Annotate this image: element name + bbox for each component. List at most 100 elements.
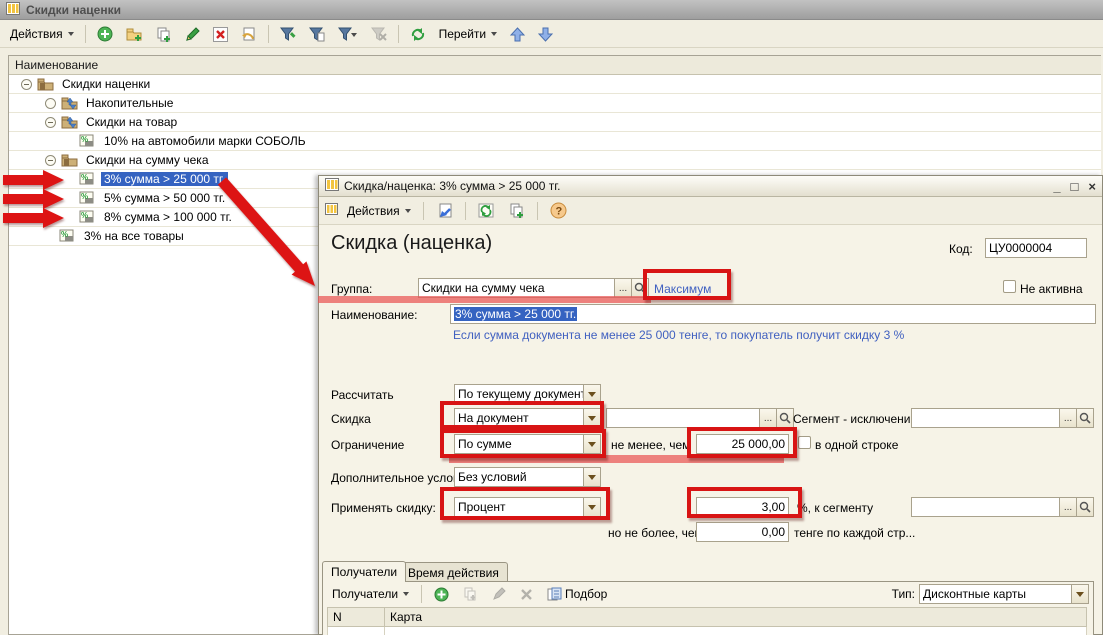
dialog-copy-button[interactable] xyxy=(504,200,530,222)
magnifier-button[interactable] xyxy=(1076,498,1093,516)
tree-row-root[interactable]: Скидки наценки xyxy=(9,75,1101,94)
folder-plus-icon xyxy=(126,27,143,42)
add-button[interactable] xyxy=(92,23,118,45)
dialog-toolbar: Действия ? xyxy=(319,197,1102,225)
column-header-n[interactable]: N xyxy=(328,608,385,627)
combo-arrow-button[interactable] xyxy=(583,468,600,486)
refresh-button[interactable] xyxy=(405,24,431,45)
expand-icon[interactable] xyxy=(45,98,56,109)
caret-down-icon xyxy=(405,209,411,213)
tree-column-header[interactable]: Наименование xyxy=(9,56,1101,75)
one-line-checkbox[interactable] xyxy=(798,436,811,449)
magnifier-button[interactable] xyxy=(776,409,793,427)
extra-condition-label: Дополнительное условие xyxy=(331,471,473,485)
tree-row-nakopitelnye[interactable]: Накопительные xyxy=(9,94,1101,113)
pencil-icon xyxy=(492,587,506,601)
extra-condition-combo[interactable]: Без условий xyxy=(454,467,601,487)
pick-button[interactable]: Подбор xyxy=(542,584,612,604)
ellipsis-button[interactable]: ... xyxy=(1059,498,1076,516)
segment-exclusion-field[interactable]: ... xyxy=(911,408,1094,428)
limit-label: Ограничение xyxy=(331,438,404,452)
hint-text: Если сумма документа не менее 25 000 тен… xyxy=(453,328,904,342)
edit-button[interactable] xyxy=(180,24,205,45)
maximize-button[interactable]: □ xyxy=(1071,179,1079,194)
ellipsis-button[interactable]: ... xyxy=(1059,409,1076,427)
svg-text:%: % xyxy=(81,173,88,182)
ellipsis-button[interactable]: ... xyxy=(614,279,631,297)
caret-down-icon xyxy=(403,592,409,596)
one-line-label: в одной строке xyxy=(815,438,898,452)
move-up-button[interactable] xyxy=(505,24,530,45)
delete-button[interactable] xyxy=(208,24,233,45)
tab-recipients[interactable]: Получатели xyxy=(322,561,406,582)
selected-tree-item[interactable]: 3% сумма > 25 000 тг. xyxy=(101,172,228,186)
help-button[interactable]: ? xyxy=(545,199,572,222)
funnel-menu-icon xyxy=(338,27,358,42)
funnel-clear-icon xyxy=(371,27,387,42)
code-field[interactable]: ЦУ0000004 xyxy=(985,238,1087,258)
reread-button[interactable] xyxy=(473,200,500,222)
code-label: Код: xyxy=(949,242,973,256)
row-add-button[interactable] xyxy=(429,584,454,605)
close-button[interactable]: × xyxy=(1088,179,1096,194)
collapse-icon[interactable] xyxy=(21,79,32,90)
discount-target-field[interactable]: ... xyxy=(606,408,794,428)
history-button[interactable] xyxy=(236,24,262,45)
inactive-checkbox[interactable] xyxy=(1003,280,1016,293)
card-type-combo[interactable]: Дисконтные карты xyxy=(919,584,1089,604)
filter-settings-button[interactable] xyxy=(275,24,301,45)
filter-clear-button[interactable] xyxy=(366,24,392,45)
dialog-actions-menu-button[interactable]: Действия xyxy=(342,201,416,221)
annotation-box-maximum xyxy=(643,269,731,300)
percent-item-icon: % xyxy=(79,191,95,207)
tree-row-skidki-na-tovar[interactable]: Скидки на товар xyxy=(9,113,1101,132)
funnel-pencil-icon xyxy=(280,27,296,42)
tree-row-skidki-na-summu[interactable]: Скидки на сумму чека xyxy=(9,151,1101,170)
actions-menu-button[interactable]: Действия xyxy=(5,24,79,44)
type-label: Тип: xyxy=(892,587,915,601)
svg-text:%: % xyxy=(81,211,88,220)
tree-row-10-percent[interactable]: % 10% на автомобили марки СОБОЛЬ xyxy=(9,132,1101,151)
copy-plus-icon xyxy=(509,203,525,219)
to-segment-field[interactable]: ... xyxy=(911,497,1094,517)
percent-item-icon: % xyxy=(79,172,95,188)
recipients-menu-button[interactable]: Получатели xyxy=(327,584,414,604)
filter-by-value-button[interactable] xyxy=(304,24,330,45)
combo-arrow-button[interactable] xyxy=(1071,585,1088,603)
ellipsis-button[interactable]: ... xyxy=(759,409,776,427)
copy-button[interactable] xyxy=(151,24,177,45)
column-header-card[interactable]: Карта xyxy=(385,608,1087,627)
calc-label: Рассчитать xyxy=(331,388,394,402)
save-close-button[interactable] xyxy=(431,200,458,222)
dialog-titlebar: Скидка/наценка: 3% сумма > 25 000 тг. _ … xyxy=(319,176,1102,197)
goto-menu-button[interactable]: Перейти xyxy=(434,24,503,44)
move-down-button[interactable] xyxy=(533,24,558,45)
plus-circle-icon xyxy=(434,587,449,602)
caret-down-icon xyxy=(1076,592,1084,597)
main-toolbar: Действия Перейти xyxy=(0,21,1103,48)
annotation-box-limit-combo xyxy=(440,429,606,458)
tab-validity-period[interactable]: Время действия xyxy=(399,562,508,582)
magnifier-button[interactable] xyxy=(1076,409,1093,427)
collapse-icon[interactable] xyxy=(45,155,56,166)
not-less-label: не менее, чем xyxy=(611,438,690,452)
svg-text:%: % xyxy=(61,230,68,239)
table-row[interactable] xyxy=(328,627,1087,635)
caret-down-icon xyxy=(68,32,74,36)
minimize-button[interactable]: _ xyxy=(1053,179,1060,194)
annotation-box-apply-combo xyxy=(440,487,610,520)
filter-menu-button[interactable] xyxy=(333,24,363,45)
row-edit-button[interactable] xyxy=(487,584,511,604)
row-copy-button[interactable] xyxy=(458,584,483,604)
name-field[interactable]: 3% сумма > 25 000 тг. xyxy=(450,304,1096,324)
folder-icon xyxy=(37,77,54,94)
table-icon xyxy=(6,2,20,18)
not-more-field[interactable]: 0,00 xyxy=(696,522,789,542)
inactive-label: Не активна xyxy=(1020,282,1083,296)
group-field[interactable]: Скидки на сумму чека ... xyxy=(418,278,649,298)
add-group-button[interactable] xyxy=(121,24,148,45)
collapse-icon[interactable] xyxy=(45,117,56,128)
screen: Скидки наценки Действия Перейти Наименов… xyxy=(0,0,1103,635)
delete-x-icon xyxy=(213,27,228,42)
row-delete-button[interactable] xyxy=(515,585,538,604)
